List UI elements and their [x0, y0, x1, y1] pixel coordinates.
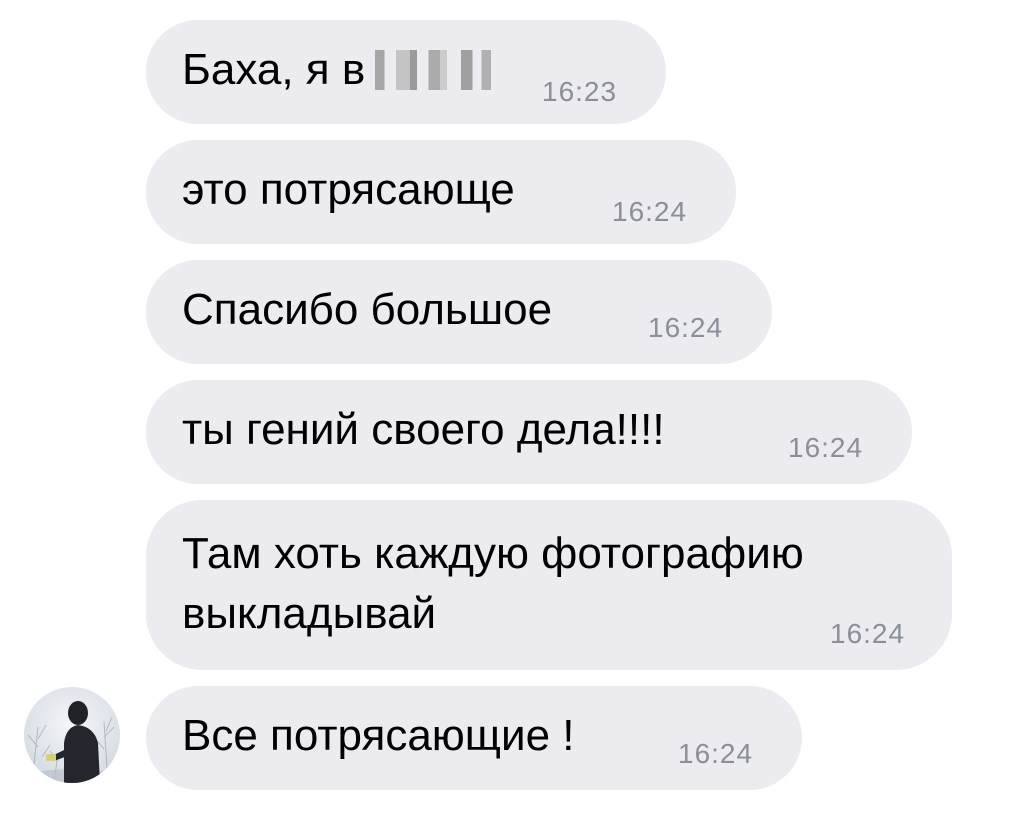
message-time: 16:24: [830, 618, 906, 649]
message-text: это потрясающе: [182, 165, 515, 214]
chat-thread: Баха, я в 16:23 это потрясающе 16:24 Спа…: [0, 0, 1014, 825]
message-text-line: выкладывай: [182, 589, 437, 638]
message-time: 16:24: [648, 312, 724, 343]
message-time: 16:24: [678, 738, 754, 769]
message-text: ты гений своего дела!!!!: [182, 405, 665, 454]
message-bubble[interactable]: Баха, я в 16:23: [146, 20, 666, 124]
message-bubble[interactable]: Спасибо большое 16:24: [146, 260, 772, 364]
redacted-blur: [375, 50, 492, 90]
message-time: 16:24: [788, 432, 864, 463]
message-bubble[interactable]: Все потрясающие ! 16:24: [146, 686, 802, 790]
avatar-image: [26, 701, 118, 783]
message-bubble[interactable]: это потрясающе 16:24: [146, 140, 736, 244]
message-text: Все потрясающие !: [182, 711, 575, 760]
message-bubble[interactable]: Там хоть каждую фотографию выкладывай 16…: [146, 500, 952, 670]
message-time: 16:24: [612, 196, 688, 227]
message-text: Спасибо большое: [182, 285, 553, 334]
message-time: 16:23: [542, 76, 618, 107]
message-text: Баха, я в: [182, 45, 366, 94]
message-bubble[interactable]: ты гений своего дела!!!! 16:24: [146, 380, 912, 484]
message-text-line: Там хоть каждую фотографию: [182, 529, 804, 578]
person-silhouette-avatar[interactable]: [24, 687, 120, 783]
